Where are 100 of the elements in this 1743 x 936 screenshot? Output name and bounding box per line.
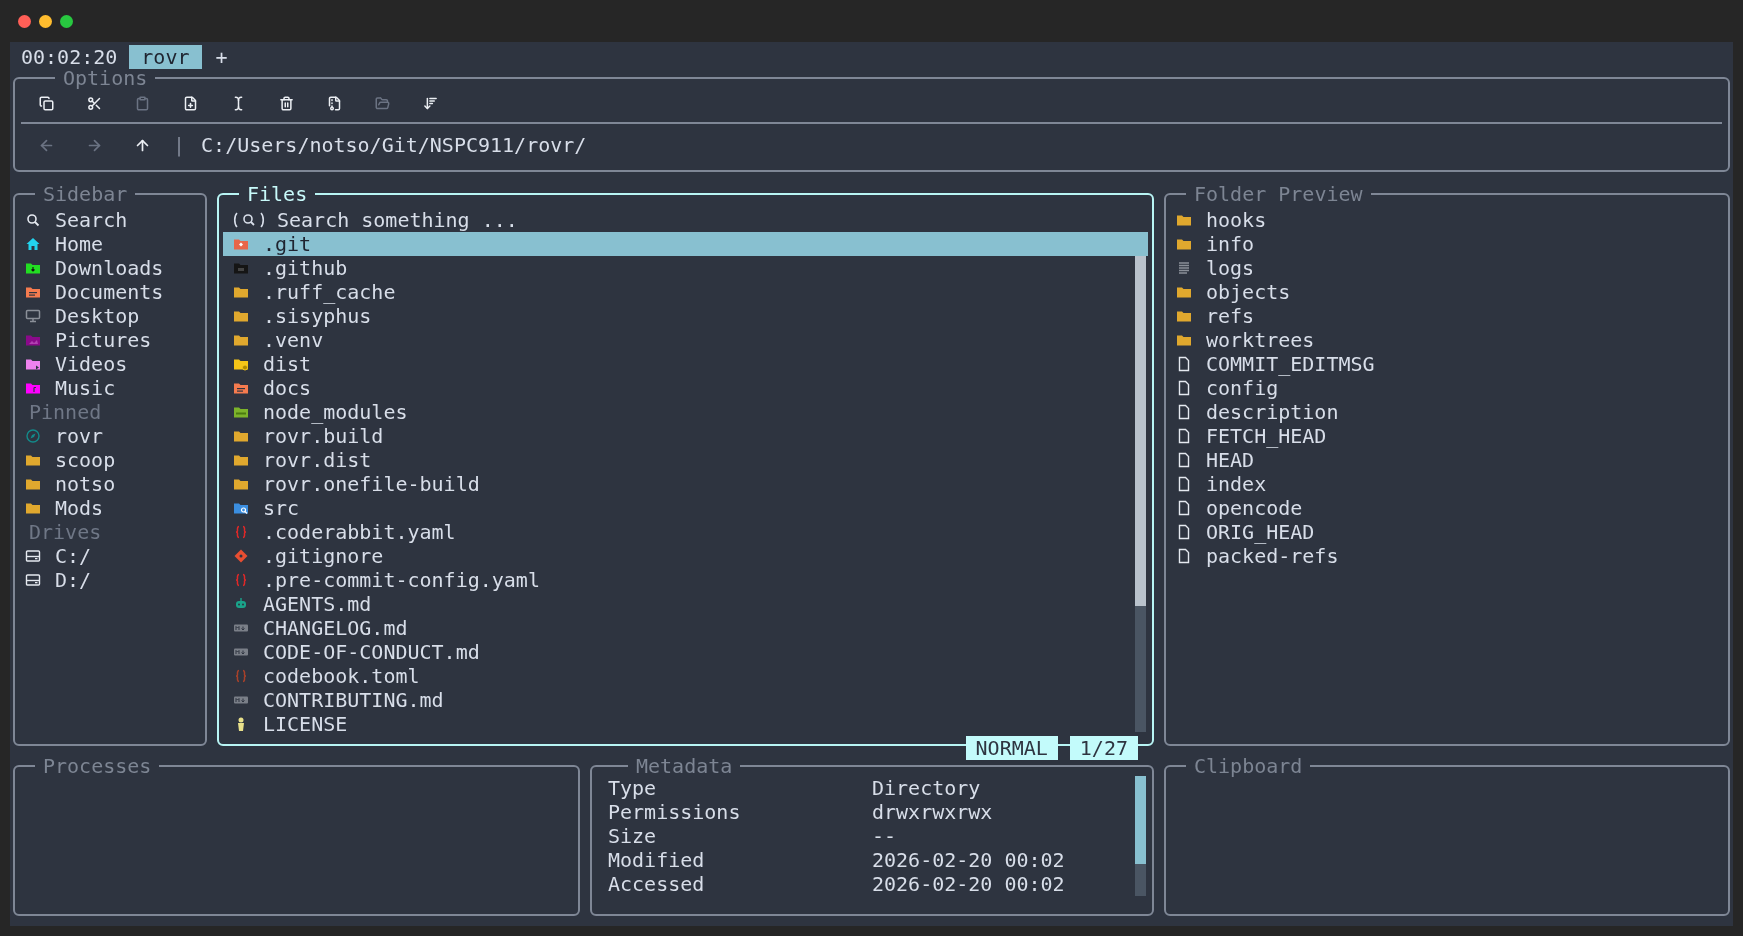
- file-icon: [1176, 404, 1192, 420]
- file-row[interactable]: CHANGELOG.md: [223, 616, 1148, 640]
- list-item[interactable]: Home: [15, 232, 205, 256]
- file-icon: [1176, 356, 1192, 372]
- list-item[interactable]: Videos: [15, 352, 205, 376]
- panel-title: Folder Preview: [1193, 184, 1364, 204]
- list-item[interactable]: Mods: [15, 496, 205, 520]
- file-row[interactable]: AGENTS.md: [223, 592, 1148, 616]
- file-row[interactable]: .venv: [223, 328, 1148, 352]
- file-row[interactable]: .coderabbit.yaml: [223, 520, 1148, 544]
- panel-title: Clipboard: [1193, 756, 1304, 776]
- list-item[interactable]: Music: [15, 376, 205, 400]
- path-field[interactable]: C:/Users/notso/Git/NSPC911/rovr/: [201, 133, 587, 157]
- panel-title: Processes: [42, 756, 153, 776]
- metadata-key: Type: [608, 776, 872, 800]
- file-icon: [1176, 524, 1192, 540]
- list-item[interactable]: FETCH_HEAD: [1166, 424, 1728, 448]
- file-row[interactable]: node_modules: [223, 400, 1148, 424]
- file-icon: [1176, 548, 1192, 564]
- list-item[interactable]: HEAD: [1166, 448, 1728, 472]
- panel-title: Options: [62, 68, 149, 88]
- file-row[interactable]: CONTRIBUTING.md: [223, 688, 1148, 712]
- file-row[interactable]: rovr.onefile-build: [223, 472, 1148, 496]
- metadata-value: Directory: [872, 776, 981, 800]
- file-icon: [1176, 452, 1192, 468]
- list-item[interactable]: Pictures: [15, 328, 205, 352]
- file-row[interactable]: .sisyphus: [223, 304, 1148, 328]
- scrollbar[interactable]: [1135, 256, 1146, 732]
- metadata-value: 2026-02-20 00:02: [872, 848, 1065, 872]
- list-item[interactable]: packed-refs: [1166, 544, 1728, 568]
- file-row[interactable]: LICENSE: [223, 712, 1148, 736]
- file-row[interactable]: docs: [223, 376, 1148, 400]
- metadata-value: 2026-02-20 00:02: [872, 872, 1065, 896]
- metadata-key: Permissions: [608, 800, 872, 824]
- metadata-key: Size: [608, 824, 872, 848]
- file-row[interactable]: CODE-OF-CONDUCT.md: [223, 640, 1148, 664]
- braces-icon: [233, 524, 249, 540]
- file-row[interactable]: .ruff_cache: [223, 280, 1148, 304]
- list-item[interactable]: Search: [15, 208, 205, 232]
- list-item[interactable]: notso: [15, 472, 205, 496]
- path-separator: |: [173, 133, 186, 157]
- file-row[interactable]: src: [223, 496, 1148, 520]
- section-heading: Drives: [28, 520, 103, 544]
- file-icon: [1176, 500, 1192, 516]
- search-icon: [233, 212, 265, 228]
- metadata-value: --: [872, 824, 897, 848]
- list-item[interactable]: worktrees: [1166, 328, 1728, 352]
- panel-title: Metadata: [635, 756, 734, 776]
- list-item[interactable]: index: [1166, 472, 1728, 496]
- list-item[interactable]: Desktop: [15, 304, 205, 328]
- home-icon: [25, 236, 41, 252]
- file-row[interactable]: .github: [223, 256, 1148, 280]
- file-row[interactable]: rovr.dist: [223, 448, 1148, 472]
- file-row[interactable]: .gitignore: [223, 544, 1148, 568]
- file-row[interactable]: .pre-commit-config.yaml: [223, 568, 1148, 592]
- mode-indicator: NORMAL: [965, 736, 1058, 760]
- file-row[interactable]: rovr.build: [223, 424, 1148, 448]
- compass-icon: [25, 428, 41, 444]
- git-icon: [233, 548, 249, 564]
- metadata-key: Accessed: [608, 872, 872, 896]
- list-item[interactable]: description: [1166, 400, 1728, 424]
- drive-icon: [25, 548, 41, 564]
- drive-icon: [25, 572, 41, 588]
- metadata-value: drwxrwxrwx: [872, 800, 993, 824]
- list-item[interactable]: ORIG_HEAD: [1166, 520, 1728, 544]
- list-item[interactable]: info: [1166, 232, 1728, 256]
- list-item[interactable]: refs: [1166, 304, 1728, 328]
- search-field[interactable]: Search something ...: [277, 208, 1152, 232]
- monitor-icon: [25, 308, 41, 324]
- file-icon: [1176, 476, 1192, 492]
- list-item[interactable]: config: [1166, 376, 1728, 400]
- list-item[interactable]: rovr: [15, 424, 205, 448]
- scrollbar[interactable]: [1135, 776, 1146, 896]
- position-indicator: 1/27: [1069, 736, 1138, 760]
- tab[interactable]: rovr: [129, 45, 202, 69]
- list-item[interactable]: logs: [1166, 256, 1728, 280]
- section-heading: Pinned: [28, 400, 103, 424]
- file-icon: [1176, 428, 1192, 444]
- list-item[interactable]: opencode: [1166, 496, 1728, 520]
- braces-icon: [233, 572, 249, 588]
- search-icon: [25, 212, 41, 228]
- file-row[interactable]: dist: [223, 352, 1148, 376]
- metadata-key: Modified: [608, 848, 872, 872]
- list-item[interactable]: D:/: [15, 568, 205, 592]
- clock: 00:02:20: [21, 45, 118, 69]
- panel-title: Files: [246, 184, 309, 204]
- list-icon: [1176, 260, 1192, 276]
- list-item[interactable]: scoop: [15, 448, 205, 472]
- file-icon: [1176, 380, 1192, 396]
- list-item[interactable]: Documents: [15, 280, 205, 304]
- list-item[interactable]: COMMIT_EDITMSG: [1166, 352, 1728, 376]
- panel-title: Sidebar: [42, 184, 129, 204]
- list-item[interactable]: C:/: [15, 544, 205, 568]
- file-row[interactable]: .git: [223, 232, 1148, 256]
- file-row[interactable]: codebook.toml: [223, 664, 1148, 688]
- list-item[interactable]: objects: [1166, 280, 1728, 304]
- new-tab-button[interactable]: +: [213, 45, 230, 69]
- list-item[interactable]: Downloads: [15, 256, 205, 280]
- list-item[interactable]: hooks: [1166, 208, 1728, 232]
- braces-icon: [233, 668, 249, 684]
